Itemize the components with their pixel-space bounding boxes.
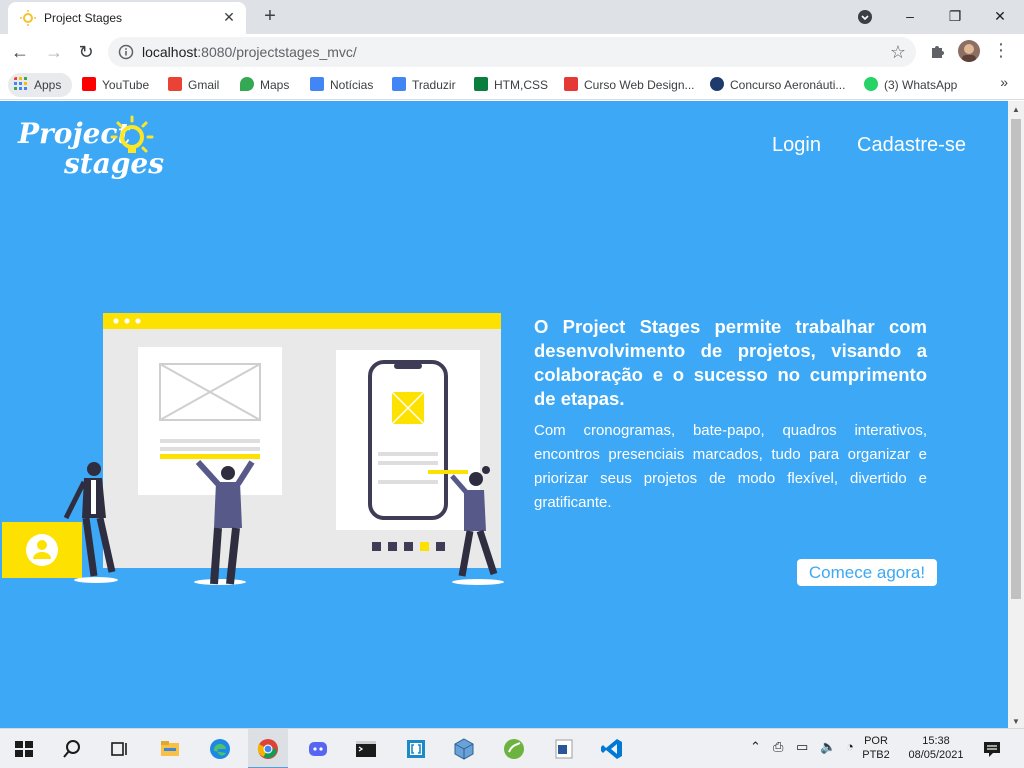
- notifications-icon[interactable]: [980, 737, 1004, 761]
- get-started-button[interactable]: Comece agora!: [797, 559, 937, 586]
- window-close-button[interactable]: ✕: [986, 4, 1014, 28]
- hero-description: Com cronogramas, bate-papo, quadros inte…: [534, 422, 927, 511]
- scroll-down-arrow-icon[interactable]: ▼: [1012, 717, 1020, 726]
- bookmark-label: YouTube: [102, 78, 150, 92]
- bookmark-label: Curso Web Design...: [584, 78, 695, 92]
- page-scrollbar[interactable]: ▲ ▼: [1008, 101, 1024, 728]
- battery-icon[interactable]: ▭: [796, 739, 808, 755]
- task-view-icon[interactable]: [108, 737, 132, 761]
- nav-signup-link[interactable]: Cadastre-se: [857, 134, 966, 157]
- nav-login-link[interactable]: Login: [772, 134, 821, 157]
- chrome-icon[interactable]: [256, 737, 280, 761]
- tab-close-icon[interactable]: ✕: [220, 8, 238, 26]
- virtualbox-cube-icon[interactable]: [452, 737, 476, 761]
- discord-icon[interactable]: [306, 737, 330, 761]
- word-document-icon[interactable]: [552, 737, 576, 761]
- bookmark-concurso-aeronautica[interactable]: Concurso Aeronáuti...: [710, 76, 845, 94]
- back-arrow-icon[interactable]: ←: [8, 40, 32, 64]
- site-info-icon[interactable]: [118, 44, 134, 60]
- show-hidden-icons-chevron-icon[interactable]: ⌃: [750, 739, 761, 755]
- bookmarks-bar: Apps YouTube Gmail Maps Notícias Traduzi…: [0, 70, 1024, 100]
- bookmark-label: Concurso Aeronáuti...: [730, 78, 846, 92]
- maps-pin-icon: [240, 77, 254, 91]
- hero-illustration: [2, 313, 504, 585]
- apps-grid-icon: [14, 77, 27, 90]
- extensions-puzzle-icon[interactable]: [928, 40, 948, 60]
- bookmark-label: HTM,CSS: [494, 78, 548, 92]
- clock-date: 08/05/2021: [908, 749, 964, 761]
- bookmark-label: Traduzir: [412, 78, 456, 92]
- address-bar[interactable]: localhost:8080/projectstages_mvc/ ☆: [108, 37, 916, 67]
- reload-icon[interactable]: ↻: [74, 40, 98, 64]
- logo-word-stages: stages: [63, 147, 164, 180]
- browser-toolbar: ← → ↻ localhost:8080/projectstages_mvc/ …: [0, 34, 1024, 70]
- url-host: localhost: [142, 44, 198, 60]
- hero-headline: O Project Stages permite trabalhar com d…: [534, 316, 927, 409]
- edge-browser-icon[interactable]: [208, 737, 232, 761]
- document-circle-icon: [710, 77, 724, 91]
- more-bookmarks-chevron-icon[interactable]: »: [1000, 74, 1008, 90]
- bookmark-maps[interactable]: Maps: [240, 76, 289, 94]
- logo-word-project: Project: [17, 117, 130, 150]
- scroll-up-arrow-icon[interactable]: ▲: [1012, 105, 1020, 114]
- bookmark-youtube[interactable]: YouTube: [82, 76, 149, 94]
- browser-menu-icon[interactable]: ⋮: [992, 40, 1010, 60]
- search-icon[interactable]: [60, 737, 84, 761]
- scrollbar-thumb[interactable]: [1011, 119, 1021, 599]
- new-tab-button[interactable]: +: [260, 6, 280, 26]
- google-translate-icon: [392, 77, 406, 91]
- bookmark-htm-css[interactable]: HTM,CSS: [474, 76, 548, 94]
- profile-avatar[interactable]: [958, 40, 980, 62]
- bookmark-label: Gmail: [188, 78, 220, 92]
- bookmark-label: (3) WhatsApp: [884, 78, 958, 92]
- vscode-icon[interactable]: [600, 737, 624, 761]
- bookmark-noticias[interactable]: Notícias: [310, 76, 373, 94]
- file-explorer-icon[interactable]: [158, 737, 182, 761]
- bookmark-gmail[interactable]: Gmail: [168, 76, 219, 94]
- illustration-window-bar: [103, 313, 501, 329]
- browser-tab-strip: Project Stages ✕ + – ❐ ✕: [0, 0, 1024, 34]
- udemy-icon: [564, 77, 578, 91]
- windows-start-icon[interactable]: [12, 737, 36, 761]
- bookmark-star-icon[interactable]: ☆: [890, 42, 906, 63]
- input-language-indicator[interactable]: POR PTB2: [862, 734, 890, 762]
- brackets-editor-icon[interactable]: [404, 737, 428, 761]
- tab-title: Project Stages: [44, 11, 123, 25]
- project-stages-logo[interactable]: Project stages: [16, 111, 166, 191]
- bookmark-label: Maps: [260, 78, 290, 92]
- page-viewport: Project stages Login Cadastre-se O Proje…: [0, 101, 1008, 728]
- youtube-icon: [82, 77, 96, 91]
- forward-arrow-icon[interactable]: →: [42, 40, 66, 64]
- clock-time: 15:38: [922, 735, 950, 747]
- window-minimize-button[interactable]: –: [896, 4, 924, 28]
- bookmark-apps[interactable]: Apps: [14, 76, 61, 94]
- browser-tab[interactable]: Project Stages ✕: [8, 2, 246, 34]
- volume-icon[interactable]: 🔈: [820, 739, 836, 755]
- google-news-icon: [310, 77, 324, 91]
- bookmark-whatsapp[interactable]: (3) WhatsApp: [864, 76, 957, 94]
- bookmark-curso-web-design[interactable]: Curso Web Design...: [564, 76, 695, 94]
- terminal-icon[interactable]: [354, 737, 378, 761]
- windows-taskbar: ⌃ ⎙ ▭ 🔈 ◔ POR PTB2 15:38 08/05/2021: [0, 728, 1024, 768]
- spring-tool-icon[interactable]: [502, 737, 526, 761]
- tab-search-icon[interactable]: [857, 9, 873, 25]
- bookmark-traduzir[interactable]: Traduzir: [392, 76, 456, 94]
- w3schools-icon: [474, 77, 488, 91]
- window-restore-button[interactable]: ❐: [941, 4, 969, 28]
- taskbar-clock[interactable]: 15:38 08/05/2021: [902, 734, 970, 762]
- url-text[interactable]: localhost:8080/projectstages_mvc/: [142, 44, 357, 60]
- wifi-icon[interactable]: ◔: [846, 739, 854, 754]
- language-code: POR: [864, 735, 888, 747]
- meet-now-icon[interactable]: ⎙: [773, 739, 783, 755]
- gmail-icon: [168, 77, 182, 91]
- project-stages-favicon-icon: [20, 10, 36, 26]
- phone-icon: [368, 360, 448, 520]
- keyboard-layout-code: PTB2: [862, 749, 890, 761]
- hero-text-block: O Project Stages permite trabalhar com d…: [534, 315, 927, 515]
- url-path: :8080/projectstages_mvc/: [197, 44, 357, 60]
- bookmark-label: Notícias: [330, 78, 374, 92]
- whatsapp-icon: [864, 77, 878, 91]
- bookmark-label: Apps: [34, 78, 62, 92]
